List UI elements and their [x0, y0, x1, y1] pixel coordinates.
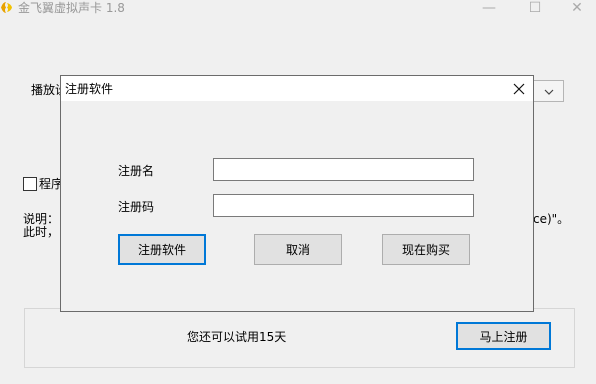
- registration-name-input[interactable]: [213, 158, 474, 181]
- dialog-title: 注册软件: [65, 82, 114, 96]
- startup-checkbox-label: 程序: [39, 177, 61, 191]
- register-now-button[interactable]: 马上注册: [456, 322, 551, 350]
- playback-device-dropdown[interactable]: [533, 80, 564, 102]
- startup-checkbox[interactable]: [23, 177, 37, 191]
- description-tail: ce)"。: [533, 212, 570, 226]
- registration-name-label: 注册名: [118, 164, 155, 178]
- register-dialog: 注册软件 注册名 注册码 注册软件 取消 现在购买: [60, 75, 534, 312]
- cancel-button[interactable]: 取消: [254, 234, 342, 265]
- trial-remaining-text: 您还可以试用15天: [187, 330, 287, 344]
- maximize-button[interactable]: ☐: [512, 0, 558, 16]
- window-title: 金飞翼虚拟声卡 1.8: [18, 1, 125, 15]
- close-icon: [513, 83, 525, 95]
- chevron-down-icon: [544, 84, 554, 98]
- buy-now-button[interactable]: 现在购买: [382, 234, 470, 265]
- description-line-2: 此时，: [23, 226, 60, 239]
- dialog-title-bar: 注册软件: [61, 76, 533, 101]
- registration-code-input[interactable]: [213, 194, 474, 217]
- app-logo-icon: [0, 1, 13, 14]
- dialog-close-button[interactable]: [508, 78, 530, 100]
- title-bar: 金飞翼虚拟声卡 1.8 — ☐ ✕: [0, 0, 596, 16]
- close-button[interactable]: ✕: [554, 0, 596, 16]
- description-line-1: 说明：: [23, 213, 60, 226]
- registration-code-label: 注册码: [118, 200, 155, 214]
- register-software-button[interactable]: 注册软件: [118, 234, 206, 265]
- playback-device-label: 播放设: [31, 83, 61, 97]
- minimize-button[interactable]: —: [466, 0, 512, 16]
